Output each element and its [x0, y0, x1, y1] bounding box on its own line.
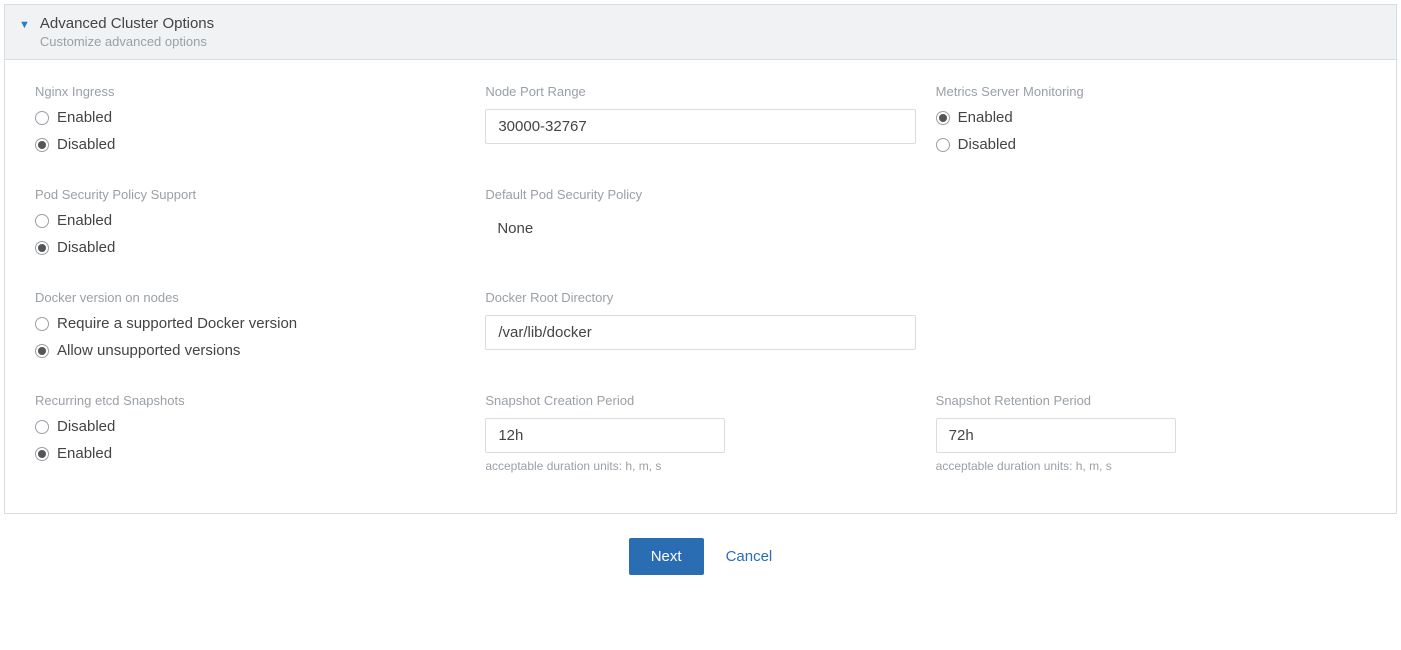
- docker-root-dir-input[interactable]: [485, 315, 915, 350]
- radio-label: Disabled: [57, 418, 115, 435]
- nginx-ingress-field: Nginx Ingress Enabled Disabled: [35, 84, 465, 153]
- pod-security-disabled-radio[interactable]: Disabled: [35, 239, 465, 256]
- field-label: Docker version on nodes: [35, 290, 465, 305]
- radio-label: Disabled: [57, 136, 115, 153]
- field-label: Docker Root Directory: [485, 290, 915, 305]
- node-port-range-input[interactable]: [485, 109, 915, 144]
- panel-header: ▼ Advanced Cluster Options Customize adv…: [5, 5, 1396, 60]
- pod-security-enabled-radio[interactable]: Enabled: [35, 212, 465, 229]
- nginx-ingress-enabled-radio[interactable]: Enabled: [35, 109, 465, 126]
- footer-actions: Next Cancel: [0, 518, 1401, 605]
- snapshot-creation-input[interactable]: [485, 418, 725, 453]
- nginx-ingress-disabled-radio[interactable]: Disabled: [35, 136, 465, 153]
- docker-version-require-radio[interactable]: Require a supported Docker version: [35, 315, 465, 332]
- radio-label: Disabled: [57, 239, 115, 256]
- helper-text: acceptable duration units: h, m, s: [936, 459, 1366, 473]
- radio-label: Allow unsupported versions: [57, 342, 240, 359]
- etcd-snapshots-field: Recurring etcd Snapshots Disabled Enable…: [35, 393, 465, 473]
- collapse-caret-icon[interactable]: ▼: [19, 19, 30, 31]
- field-label: Recurring etcd Snapshots: [35, 393, 465, 408]
- radio-label: Enabled: [958, 109, 1013, 126]
- radio-label: Enabled: [57, 445, 112, 462]
- field-label: Default Pod Security Policy: [485, 187, 915, 202]
- etcd-snapshots-enabled-radio[interactable]: Enabled: [35, 445, 465, 462]
- snapshot-creation-field: Snapshot Creation Period acceptable dura…: [485, 393, 915, 473]
- pod-security-support-field: Pod Security Policy Support Enabled Disa…: [35, 187, 465, 256]
- radio-label: Enabled: [57, 212, 112, 229]
- next-button[interactable]: Next: [629, 538, 704, 575]
- default-pod-security-policy-value: None: [485, 212, 915, 245]
- advanced-cluster-options-panel: ▼ Advanced Cluster Options Customize adv…: [4, 4, 1397, 514]
- field-label: Nginx Ingress: [35, 84, 465, 99]
- radio-label: Disabled: [958, 136, 1016, 153]
- metrics-server-enabled-radio[interactable]: Enabled: [936, 109, 1366, 126]
- metrics-server-field: Metrics Server Monitoring Enabled Disabl…: [936, 84, 1366, 153]
- snapshot-retention-field: Snapshot Retention Period acceptable dur…: [936, 393, 1366, 473]
- radio-label: Enabled: [57, 109, 112, 126]
- etcd-snapshots-disabled-radio[interactable]: Disabled: [35, 418, 465, 435]
- default-pod-security-policy-field: Default Pod Security Policy None: [485, 187, 915, 256]
- snapshot-retention-input[interactable]: [936, 418, 1176, 453]
- docker-root-dir-field: Docker Root Directory: [485, 290, 915, 359]
- panel-subtitle: Customize advanced options: [40, 34, 214, 49]
- field-label: Pod Security Policy Support: [35, 187, 465, 202]
- panel-body: Nginx Ingress Enabled Disabled Node Port…: [5, 60, 1396, 513]
- field-label: Snapshot Creation Period: [485, 393, 915, 408]
- field-label: Node Port Range: [485, 84, 915, 99]
- helper-text: acceptable duration units: h, m, s: [485, 459, 915, 473]
- cancel-button[interactable]: Cancel: [726, 548, 773, 565]
- docker-version-field: Docker version on nodes Require a suppor…: [35, 290, 465, 359]
- metrics-server-disabled-radio[interactable]: Disabled: [936, 136, 1366, 153]
- docker-version-allow-radio[interactable]: Allow unsupported versions: [35, 342, 465, 359]
- field-label: Metrics Server Monitoring: [936, 84, 1366, 99]
- panel-title: Advanced Cluster Options: [40, 15, 214, 32]
- radio-label: Require a supported Docker version: [57, 315, 297, 332]
- node-port-range-field: Node Port Range: [485, 84, 915, 153]
- field-label: Snapshot Retention Period: [936, 393, 1366, 408]
